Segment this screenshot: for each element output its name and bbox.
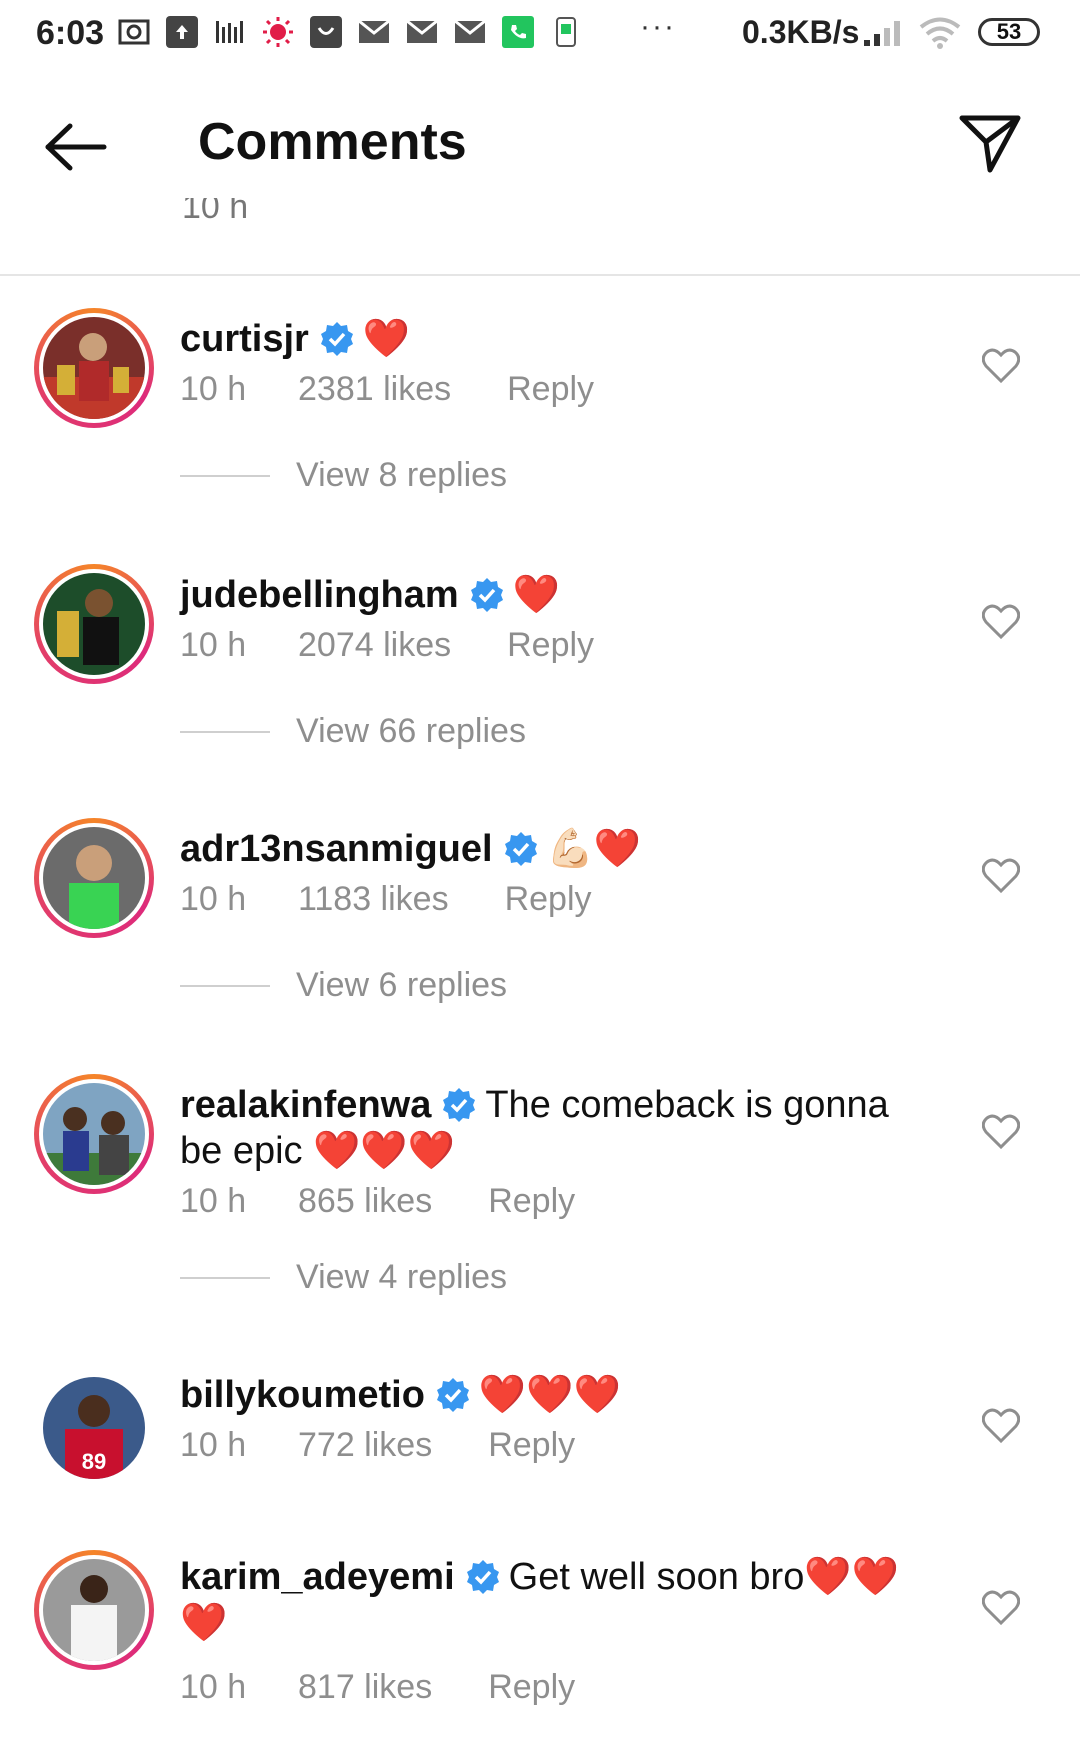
battery-indicator: 53 [978,18,1040,46]
comment-body: karim_adeyemi Get well soon bro❤️❤️❤️ [180,1554,930,1646]
wifi-icon [918,16,962,55]
username[interactable]: adr13nsanmiguel [180,828,493,870]
app-icon [550,16,582,48]
reply-button[interactable]: Reply [488,1182,575,1221]
heart-outline-icon[interactable] [981,1408,1021,1444]
comment-time: 10 h [180,370,247,408]
mail-icon [358,16,390,48]
reply-button[interactable]: Reply [507,626,594,665]
comment-emoji: ❤️ [512,574,561,616]
like-count[interactable]: 865 likes [298,1182,432,1221]
comment-body: billykoumetio ❤️❤️❤️ [180,1372,930,1418]
svg-text:89: 89 [82,1449,106,1474]
comment-text: Get well soon bro [508,1556,805,1598]
back-arrow-icon[interactable] [42,122,108,172]
replies-divider [180,984,270,987]
avatar[interactable] [34,1550,154,1670]
replies-divider [180,730,270,733]
verified-badge-icon [441,1087,477,1123]
view-replies-label[interactable]: View 66 replies [296,712,526,751]
view-replies-button[interactable]: View 8 replies [180,456,507,495]
previous-comment-time: 10 h [182,198,249,226]
comment-time: 10 h [180,880,247,918]
shopping-icon [310,16,342,48]
comments-header: Comments [0,90,1080,200]
status-bar: 6:03 ··· 0.3KB/s 53 [0,0,1080,70]
view-replies-label[interactable]: View 4 replies [296,1258,507,1297]
comment-time: 10 h [180,1426,247,1464]
sun-icon [262,16,294,48]
comment-emoji: ❤️❤️❤️ [478,1374,621,1416]
heart-outline-icon[interactable] [981,1114,1021,1150]
like-count[interactable]: 2381 likes [298,370,451,409]
comment-time: 10 h [180,1668,247,1706]
comment-meta: 10 h 865 likes Reply [180,1182,575,1221]
verified-badge-icon [503,831,539,867]
avatar[interactable] [34,308,154,428]
comment-time: 10 h [180,1182,247,1220]
more-notifications-icon: ··· [640,10,676,43]
comment-meta: 10 h 1183 likes Reply [180,880,592,919]
replies-divider [180,474,270,477]
comment-emoji: ❤️ [362,318,411,360]
money-icon [118,16,150,48]
verified-badge-icon [319,321,355,357]
comment-meta: 10 h 2074 likes Reply [180,626,594,665]
comment-body: judebellingham ❤️ [180,572,930,618]
like-count[interactable]: 817 likes [298,1668,432,1707]
username[interactable]: judebellingham [180,574,459,616]
username[interactable]: karim_adeyemi [180,1556,455,1598]
view-replies-button[interactable]: View 4 replies [180,1258,507,1297]
verified-badge-icon [435,1377,471,1413]
like-count[interactable]: 772 likes [298,1426,432,1465]
reply-button[interactable]: Reply [507,370,594,409]
mail-icon [454,16,486,48]
like-count[interactable]: 1183 likes [298,880,449,919]
heart-outline-icon[interactable] [981,348,1021,384]
heart-outline-icon[interactable] [981,604,1021,640]
reply-button[interactable]: Reply [505,880,592,919]
view-replies-button[interactable]: View 6 replies [180,966,507,1005]
like-count[interactable]: 2074 likes [298,626,451,665]
heart-outline-icon[interactable] [981,1590,1021,1626]
header-divider [0,274,1080,276]
status-time: 6:03 [36,14,105,52]
send-icon[interactable] [958,112,1022,176]
avatar[interactable] [34,818,154,938]
avatar[interactable] [34,1074,154,1194]
view-replies-label[interactable]: View 6 replies [296,966,507,1005]
comment-meta: 10 h 2381 likes Reply [180,370,594,409]
phone-icon [502,16,534,48]
comment-emoji: 💪🏻❤️ [546,828,642,870]
heart-outline-icon[interactable] [981,858,1021,894]
avatar[interactable] [34,564,154,684]
comment-body: curtisjr ❤️ [180,316,930,362]
avatar[interactable]: 89 [34,1368,154,1488]
reply-button[interactable]: Reply [488,1426,575,1465]
page-title: Comments [198,113,467,171]
network-speed: 0.3KB/s [742,14,860,50]
comment-body: adr13nsanmiguel 💪🏻❤️ [180,826,930,872]
username[interactable]: realakinfenwa [180,1084,431,1126]
comment-meta: 10 h 817 likes Reply [180,1668,575,1707]
replies-divider [180,1276,270,1279]
reply-button[interactable]: Reply [488,1668,575,1707]
barcode-icon [214,16,246,48]
view-replies-label[interactable]: View 8 replies [296,456,507,495]
username[interactable]: curtisjr [180,318,309,360]
verified-badge-icon [469,577,505,613]
upload-icon [166,16,198,48]
username[interactable]: billykoumetio [180,1374,425,1416]
signal-icon [862,18,906,53]
verified-badge-icon [465,1559,501,1595]
comment-emoji: ❤️❤️❤️ [313,1130,456,1172]
comment-body: realakinfenwa The comeback is gonna be ep… [180,1082,930,1174]
comment-time: 10 h [180,626,247,664]
comment-meta: 10 h 772 likes Reply [180,1426,575,1465]
mail-icon [406,16,438,48]
notification-icons [118,16,582,48]
view-replies-button[interactable]: View 66 replies [180,712,526,751]
